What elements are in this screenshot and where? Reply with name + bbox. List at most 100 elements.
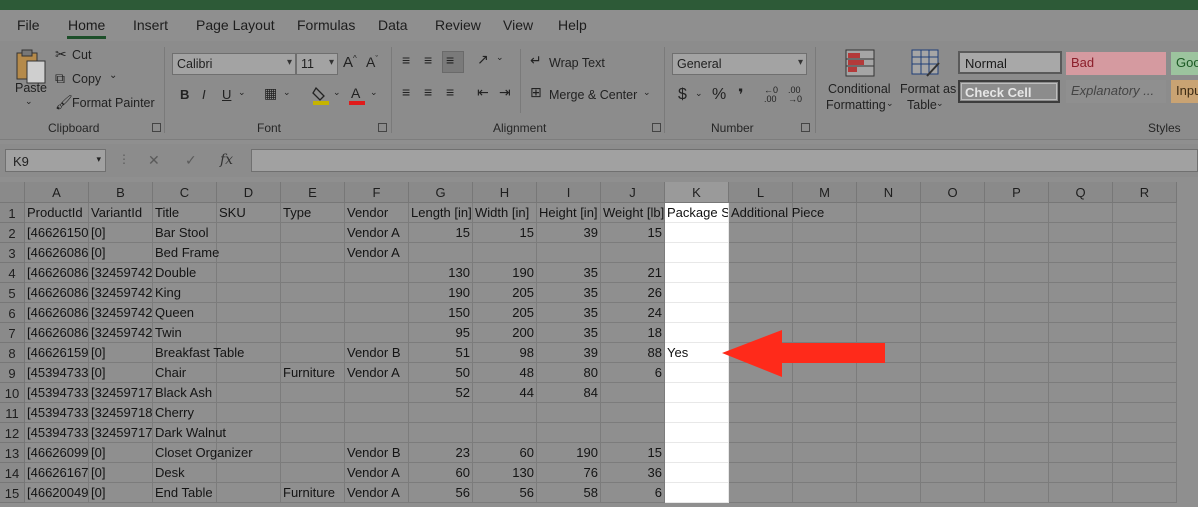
cell-r5[interactable] [1113,283,1177,303]
cell-r6[interactable] [1113,303,1177,323]
cell-f4[interactable] [345,263,409,283]
decrease-font-icon[interactable]: Aˇ [366,54,378,70]
align-center-icon[interactable]: ≡ [424,84,432,100]
cell-g5[interactable]: 190 [409,283,473,303]
cell-c4[interactable]: Double [153,263,217,283]
cell-c3[interactable]: Bed Frame [153,243,219,263]
cell-d3[interactable] [217,243,281,263]
cell-m10[interactable] [793,383,857,403]
cell-b1[interactable]: VariantId [89,203,153,223]
cell-c14[interactable]: Desk [153,463,217,483]
cell-a12[interactable]: [45394733 [25,423,89,443]
cell-p12[interactable] [985,423,1049,443]
column-header-c[interactable]: C [153,182,217,203]
cell-h5[interactable]: 205 [473,283,537,303]
increase-font-icon[interactable]: A^ [343,54,357,71]
cell-a7[interactable]: [46626086 [25,323,89,343]
copy-dropdown-icon[interactable]: ⌄ [109,70,117,81]
cell-a11[interactable]: [45394733 [25,403,89,423]
cell-r11[interactable] [1113,403,1177,423]
name-box[interactable]: K9 ▾ [5,149,106,172]
cell-p1[interactable] [985,203,1049,223]
align-left-icon[interactable]: ≡ [402,84,410,100]
cell-r15[interactable] [1113,483,1177,503]
cell-r9[interactable] [1113,363,1177,383]
chevron-down-icon[interactable]: ⌄ [936,98,944,109]
cell-j1[interactable]: Weight [lb] [601,203,665,223]
cell-a2[interactable]: [46626150 [25,223,89,243]
row-header-9[interactable]: 9 [0,363,25,383]
cell-n11[interactable] [857,403,921,423]
borders-icon[interactable]: ▦ [264,85,277,102]
cell-h10[interactable]: 44 [473,383,537,403]
cell-c8[interactable]: Breakfast Table [153,343,244,363]
column-header-e[interactable]: E [281,182,345,203]
cell-q3[interactable] [1049,243,1113,263]
style-input[interactable]: Inpu [1171,80,1198,103]
number-format-box[interactable]: General ▾ [672,53,807,75]
wrap-text-button[interactable]: Wrap Text [549,56,605,70]
cell-e8[interactable] [281,343,345,363]
currency-button[interactable]: $ [678,86,687,104]
tab-page-layout[interactable]: Page Layout [196,17,275,33]
column-header-a[interactable]: A [25,182,89,203]
cell-q4[interactable] [1049,263,1113,283]
cell-f7[interactable] [345,323,409,343]
cell-r10[interactable] [1113,383,1177,403]
cell-m14[interactable] [793,463,857,483]
cell-k14[interactable] [665,463,729,483]
row-header-12[interactable]: 12 [0,423,25,443]
cell-g8[interactable]: 51 [409,343,473,363]
cell-p15[interactable] [985,483,1049,503]
cell-i3[interactable] [537,243,601,263]
cell-j7[interactable]: 18 [601,323,665,343]
cell-o7[interactable] [921,323,985,343]
cell-q8[interactable] [1049,343,1113,363]
cell-c13[interactable]: Closet Organizer [153,443,253,463]
format-painter-icon[interactable]: 🖌 [55,94,73,111]
conditional-formatting-icon[interactable] [845,49,875,77]
cell-m3[interactable] [793,243,857,263]
decrease-indent-icon[interactable]: ⇤ [477,84,489,101]
column-header-p[interactable]: P [985,182,1049,203]
cell-l11[interactable] [729,403,793,423]
cell-h12[interactable] [473,423,537,443]
cell-j13[interactable]: 15 [601,443,665,463]
cell-n15[interactable] [857,483,921,503]
cell-l3[interactable] [729,243,793,263]
cell-i4[interactable]: 35 [537,263,601,283]
cell-q6[interactable] [1049,303,1113,323]
copy-button[interactable]: Copy [72,72,101,86]
cell-g7[interactable]: 95 [409,323,473,343]
column-header-o[interactable]: O [921,182,985,203]
cell-c11[interactable]: Cherry [153,403,217,423]
cell-i9[interactable]: 80 [537,363,601,383]
cell-o8[interactable] [921,343,985,363]
cell-c6[interactable]: Queen [153,303,217,323]
cell-m2[interactable] [793,223,857,243]
cell-c1[interactable]: Title [153,203,217,223]
row-header-10[interactable]: 10 [0,383,25,403]
cell-b14[interactable]: [0] [89,463,153,483]
cell-n6[interactable] [857,303,921,323]
cell-j9[interactable]: 6 [601,363,665,383]
cell-k6[interactable] [665,303,729,323]
cell-e1[interactable]: Type [281,203,345,223]
cell-n14[interactable] [857,463,921,483]
cell-a5[interactable]: [46626086 [25,283,89,303]
cell-k1[interactable]: Package S [665,203,729,223]
cell-d11[interactable] [217,403,281,423]
cell-n2[interactable] [857,223,921,243]
cell-i1[interactable]: Height [in] [537,203,601,223]
cell-n12[interactable] [857,423,921,443]
cell-k4[interactable] [665,263,729,283]
tab-review[interactable]: Review [435,17,481,33]
cell-j5[interactable]: 26 [601,283,665,303]
cell-b7[interactable]: [32459742 [89,323,153,343]
row-header-1[interactable]: 1 [0,203,25,223]
fill-dropdown-icon[interactable]: ⌄ [333,87,341,98]
cell-b3[interactable]: [0] [89,243,153,263]
cell-e2[interactable] [281,223,345,243]
cell-c7[interactable]: Twin [153,323,217,343]
cell-j11[interactable] [601,403,665,423]
